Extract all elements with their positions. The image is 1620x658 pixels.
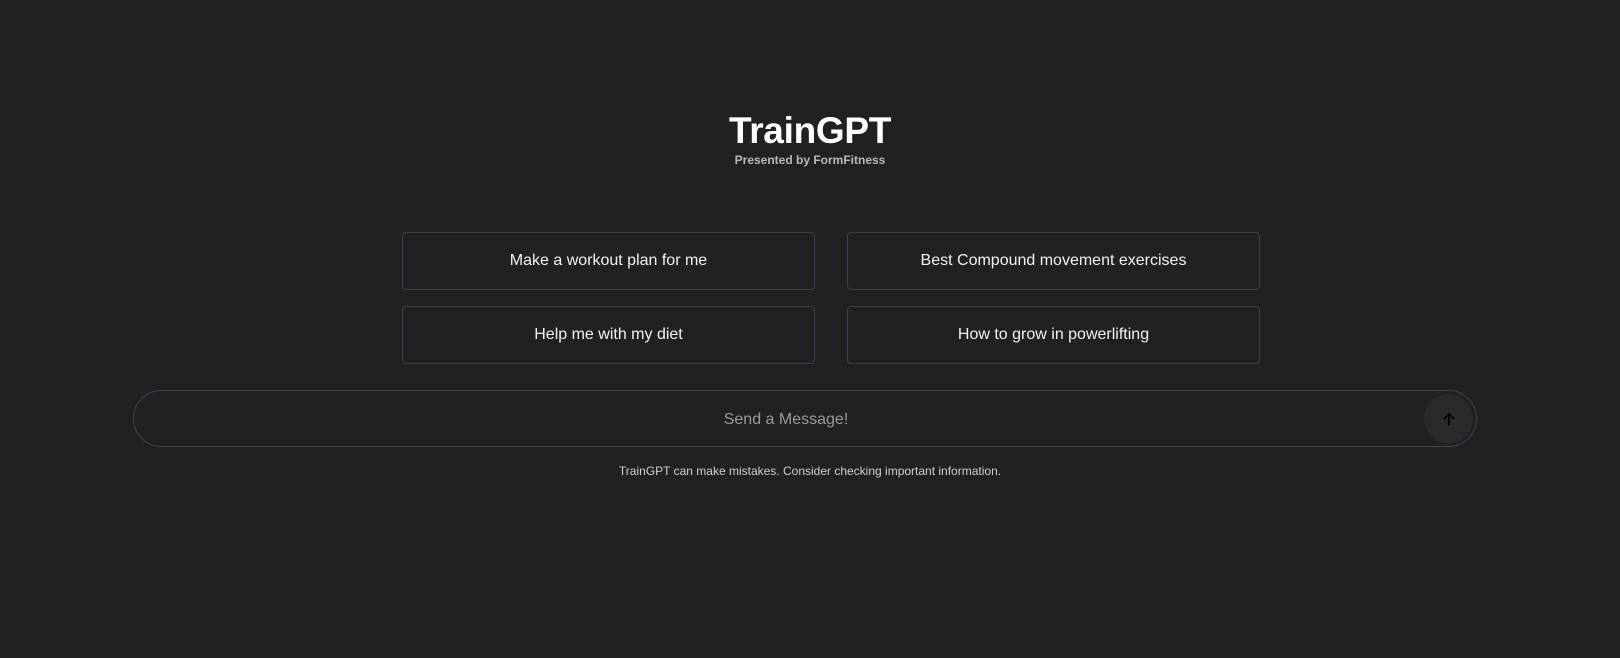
message-input[interactable] <box>154 399 1418 440</box>
arrow-up-icon <box>1443 412 1454 425</box>
header: TrainGPT Presented by FormFitness <box>0 108 1620 166</box>
suggestion-grid: Make a workout plan for me Best Compound… <box>402 232 1260 364</box>
suggestion-compound-exercises[interactable]: Best Compound movement exercises <box>847 232 1260 290</box>
suggestion-diet-help[interactable]: Help me with my diet <box>402 306 815 364</box>
send-button[interactable] <box>1424 394 1473 443</box>
message-composer <box>133 390 1477 447</box>
suggestion-workout-plan[interactable]: Make a workout plan for me <box>402 232 815 290</box>
chat-page: TrainGPT Presented by FormFitness Make a… <box>0 0 1620 658</box>
suggestion-powerlifting[interactable]: How to grow in powerlifting <box>847 306 1260 364</box>
app-title: TrainGPT <box>728 110 892 151</box>
app-subtitle: Presented by FormFitness <box>734 153 886 167</box>
disclaimer-text: TrainGPT can make mistakes. Consider che… <box>618 464 1002 478</box>
